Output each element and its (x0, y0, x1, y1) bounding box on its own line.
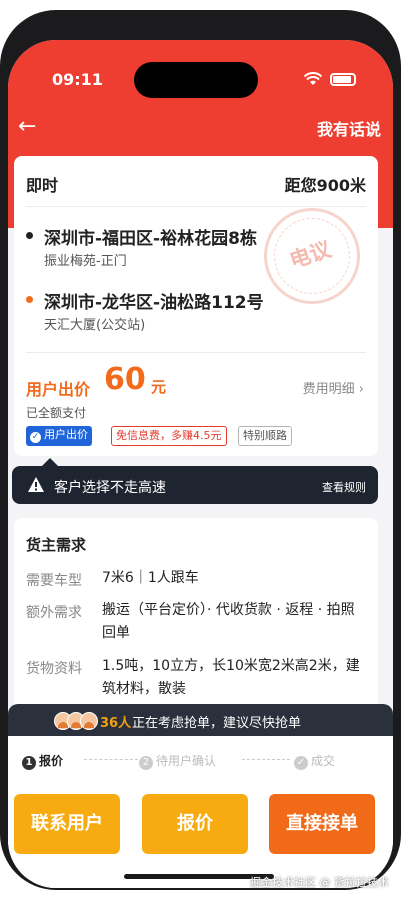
tag-fee-waived: 免信息费，多赚4.5元 (111, 426, 227, 446)
fee-detail-link[interactable]: 费用明细 › (303, 378, 364, 397)
price-unit: 元 (151, 378, 167, 396)
status-bar: 09:11 (8, 40, 393, 98)
step-deal: ✓ 成交 (294, 752, 335, 770)
pickup-address-detail: 振业梅苑-正门 (44, 254, 127, 269)
tag-user-price-label: 用户出价 (44, 428, 88, 441)
negotiable-stamp: 电议 (264, 208, 360, 304)
price-value: 60 (104, 362, 146, 397)
phone-frame: 09:11 ← 我有话说 即时 距您900米 深圳市-福田区-裕林花园8栋 振业… (0, 10, 401, 890)
requirement-label: 需要车型 (26, 573, 82, 589)
consider-count: 36人 (100, 716, 132, 731)
consider-text: 正在考虑抢单，建议尽快抢单 (132, 716, 302, 731)
wifi-icon (304, 72, 322, 85)
requirement-label: 额外需求 (26, 605, 82, 621)
feedback-button[interactable]: 我有话说 (317, 116, 381, 140)
avatar-group (54, 712, 100, 730)
step-label: 待用户确认 (156, 754, 217, 768)
step-connector (84, 759, 138, 760)
dropoff-dot-icon (26, 296, 33, 303)
requirements-title: 货主需求 (26, 536, 87, 554)
dynamic-island (134, 62, 258, 98)
requirement-value: 7米6｜1人跟车 (102, 570, 199, 586)
notice-text: 客户选择不走高速 (54, 480, 166, 496)
step-label: 成交 (311, 754, 336, 768)
step-number: 1 (22, 756, 36, 770)
chevron-right-icon: › (358, 382, 364, 397)
shield-icon: ✓ (30, 432, 41, 443)
nav-bar: ← 我有话说 (8, 110, 393, 146)
step-connector (242, 759, 290, 760)
order-card: 即时 距您900米 深圳市-福田区-裕林花园8栋 振业梅苑-正门 深圳市-龙华区… (14, 156, 378, 456)
tag-user-price: ✓ 用户出价 (26, 426, 92, 446)
step-confirm: 2 待用户确认 (139, 752, 216, 770)
battery-icon (330, 73, 356, 86)
view-rules-link[interactable]: 查看规则 (322, 479, 366, 495)
divider (26, 352, 366, 353)
quote-button[interactable]: 报价 (142, 794, 248, 854)
step-label: 报价 (39, 754, 64, 768)
status-time: 09:11 (52, 70, 103, 89)
requirement-label: 货物资料 (26, 661, 82, 677)
order-distance: 距您900米 (284, 176, 366, 195)
watermark: 掘金技术社区 @ 货拉拉技术 (250, 876, 389, 889)
dropoff-address-detail: 天汇大厦(公交站) (44, 318, 146, 333)
requirements-card: 货主需求 需要车型 7米6｜1人跟车 额外需求 搬运（平台定价）· 代收货款 ·… (14, 518, 378, 718)
consider-banner: 36人 正在考虑抢单，建议尽快抢单 (8, 704, 393, 736)
dropoff-address-main: 深圳市-龙华区-油松路112号 (44, 293, 264, 313)
arrow-left-icon[interactable]: ← (18, 116, 36, 138)
fee-detail-label: 费用明细 (302, 382, 355, 397)
step-quote: 1 报价 (22, 752, 63, 770)
divider (26, 206, 366, 207)
tag-on-the-way: 特别顺路 (238, 426, 292, 446)
check-icon: ✓ (294, 756, 308, 770)
pickup-address-main: 深圳市-福田区-裕林花园8栋 (44, 229, 257, 249)
payment-status: 已全额支付 (26, 406, 87, 420)
pickup-dot-icon (26, 232, 33, 239)
order-mode: 即时 (26, 176, 59, 195)
step-number: 2 (139, 756, 153, 770)
warning-icon (28, 477, 44, 492)
app-screen: 09:11 ← 我有话说 即时 距您900米 深圳市-福田区-裕林花园8栋 振业… (8, 40, 393, 888)
price-label: 用户出价 (26, 380, 91, 399)
accept-order-button[interactable]: 直接接单 (269, 794, 375, 854)
avatar (80, 712, 98, 730)
highway-notice: 客户选择不走高速 查看规则 (12, 458, 378, 504)
requirement-value: 1.5吨，10立方，长10米宽2米高2米，建筑材料，散装 (102, 658, 360, 697)
requirement-value: 搬运（平台定价）· 代收货款 · 返程 · 拍照回单 (102, 602, 355, 641)
contact-user-button[interactable]: 联系用户 (14, 794, 120, 854)
